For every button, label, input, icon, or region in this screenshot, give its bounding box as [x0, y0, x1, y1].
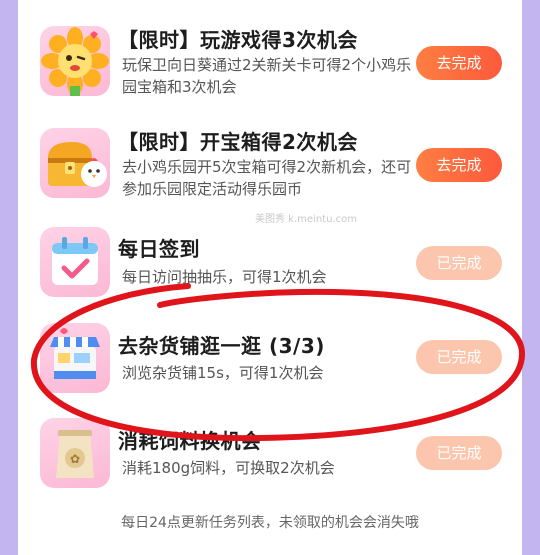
task-item-visit-shop: 去杂货铺逛一逛 (3/3) 浏览杂货铺15s，可得1次机会 已完成	[18, 317, 522, 417]
task-title: 【限时】开宝箱得2次机会	[118, 130, 358, 154]
sunflower-icon	[40, 26, 110, 96]
task-description: 玩保卫向日葵通过2关新关卡可得2个小鸡乐园宝箱和3次机会	[122, 56, 412, 96]
task-item-feed-exchange: ✿ 消耗饲料换机会 消耗180g饲料，可换取2次机会 已完成	[18, 412, 522, 512]
go-complete-button[interactable]: 去完成	[416, 148, 502, 182]
go-complete-button[interactable]: 去完成	[416, 46, 502, 80]
task-description: 每日访问抽抽乐，可得1次机会	[122, 268, 327, 286]
shop-stall-icon	[40, 323, 110, 393]
watermark: 美图秀 k.meintu.com	[255, 214, 357, 225]
task-item-daily-checkin: 每日签到 每日访问抽抽乐，可得1次机会 已完成	[18, 215, 522, 315]
task-list-card: 【限时】玩游戏得3次机会 玩保卫向日葵通过2关新关卡可得2个小鸡乐园宝箱和3次机…	[18, 0, 522, 555]
task-title: 去杂货铺逛一逛 (3/3)	[118, 334, 325, 358]
svg-text:✿: ✿	[70, 452, 80, 466]
task-title: 消耗饲料换机会	[118, 429, 262, 453]
task-item-play-game: 【限时】玩游戏得3次机会 玩保卫向日葵通过2关新关卡可得2个小鸡乐园宝箱和3次机…	[18, 10, 522, 110]
task-description: 消耗180g饲料，可换取2次机会	[122, 459, 335, 477]
task-title: 每日签到	[118, 237, 200, 261]
task-title: 【限时】玩游戏得3次机会	[118, 28, 358, 52]
completed-button[interactable]: 已完成	[416, 246, 502, 280]
task-description: 去小鸡乐园开5次宝箱可得2次新机会，还可参加乐园限定活动得乐园币	[122, 158, 412, 198]
completed-button[interactable]: 已完成	[416, 436, 502, 470]
completed-button[interactable]: 已完成	[416, 340, 502, 374]
treasure-chest-icon	[40, 128, 110, 198]
calendar-check-icon	[40, 227, 110, 297]
task-description: 浏览杂货铺15s，可得1次机会	[122, 364, 324, 382]
feed-bag-icon: ✿	[40, 418, 110, 488]
task-item-open-chest: 【限时】开宝箱得2次机会 去小鸡乐园开5次宝箱可得2次新机会，还可参加乐园限定活…	[18, 110, 522, 210]
footer-note: 每日24点更新任务列表，未领取的机会会消失哦	[121, 515, 419, 531]
